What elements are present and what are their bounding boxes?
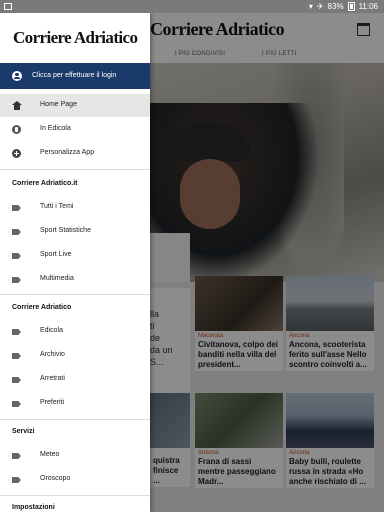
battery-icon	[347, 2, 355, 11]
home-icon	[12, 101, 22, 110]
section-title: Corriere Adriatico	[12, 304, 72, 311]
menu-item-tutti-i-temi[interactable]: Tutti i Temi	[0, 196, 150, 219]
menu-item-sport-live[interactable]: Sport Live	[0, 244, 150, 267]
user-icon	[12, 71, 22, 81]
tag-icon	[12, 277, 21, 283]
menu-item-multimedia[interactable]: Multimedia	[0, 268, 150, 291]
menu-item-label: Home Page	[40, 101, 77, 108]
divider	[0, 495, 150, 496]
menu-item-meteo[interactable]: Meteo	[0, 444, 150, 467]
tag-icon	[12, 377, 21, 383]
section-title: Impostazioni	[12, 504, 55, 511]
tag-icon	[12, 453, 21, 459]
menu-item-label: Oroscopo	[40, 475, 71, 482]
menu-item-label: Edicola	[40, 327, 63, 334]
menu-item-label: Archivio	[40, 351, 65, 358]
add-circle-icon	[12, 149, 21, 158]
login-label: Clicca per effettuare il login	[32, 72, 117, 79]
section-title: Servizi	[12, 428, 35, 435]
tag-icon	[12, 401, 21, 407]
menu-item-archivio[interactable]: Archivio	[0, 344, 150, 367]
menu-item-label: Sport Statistiche	[40, 227, 91, 234]
tag-icon	[12, 353, 21, 359]
edicola-icon	[12, 125, 21, 134]
wifi-icon: ▾	[308, 2, 313, 11]
menu-item-home-page[interactable]: Home Page	[0, 94, 150, 117]
login-button[interactable]: Clicca per effettuare il login	[0, 63, 150, 89]
tag-icon	[12, 205, 21, 211]
section-title: Corriere Adriatico.it	[12, 180, 78, 187]
battery-percentage: 83%	[327, 2, 344, 11]
menu-item-label: Arretrati	[40, 375, 65, 382]
menu-item-personalizza-app[interactable]: Personalizza App	[0, 142, 150, 165]
menu-item-label: Multimedia	[40, 275, 74, 282]
menu-item-label: Tutti i Temi	[40, 203, 74, 210]
menu-item-in-edicola[interactable]: In Edicola	[0, 118, 150, 141]
menu-item-edicola[interactable]: Edicola	[0, 320, 150, 343]
menu-item-label: Personalizza App	[40, 149, 95, 156]
tag-icon	[12, 229, 21, 235]
airplane-icon: ✈	[316, 2, 324, 11]
status-bar: ▾ ✈ 83% 11:06	[0, 0, 384, 13]
menu-item-preferiti[interactable]: Preferiti	[0, 392, 150, 415]
gallery-icon	[4, 3, 12, 10]
clock: 11:06	[358, 2, 378, 11]
menu-item-label: Sport Live	[40, 251, 72, 258]
divider	[0, 294, 150, 295]
menu-item-sport-statistiche[interactable]: Sport Statistiche	[0, 220, 150, 243]
menu-item-oroscopo[interactable]: Oroscopo	[0, 468, 150, 491]
divider	[0, 169, 150, 170]
tag-icon	[12, 329, 21, 335]
menu-item-label: Preferiti	[40, 399, 65, 406]
menu-item-label: In Edicola	[40, 125, 71, 132]
divider	[0, 419, 150, 420]
menu-item-arretrati[interactable]: Arretrati	[0, 368, 150, 391]
tag-icon	[12, 253, 21, 259]
menu-item-label: Meteo	[40, 451, 60, 458]
navigation-drawer: Corriere Adriatico Clicca per effettuare…	[0, 13, 150, 512]
tag-icon	[12, 477, 21, 483]
drawer-logo: Corriere Adriatico	[13, 28, 138, 47]
